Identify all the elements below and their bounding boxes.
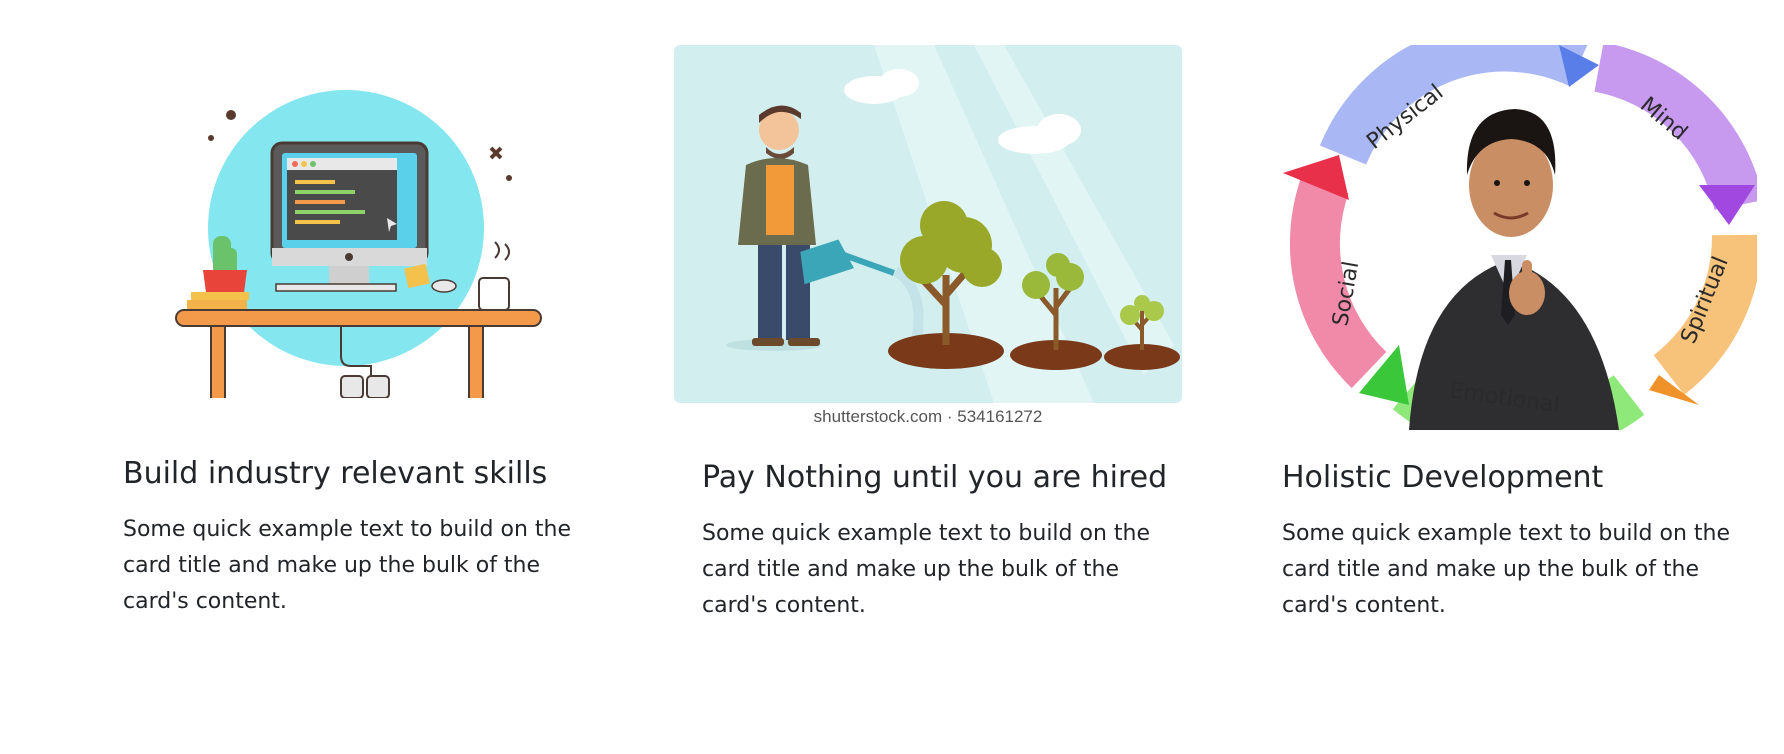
image-watermark: shutterstock.com · 534161272 (813, 407, 1043, 426)
card-text: Some quick example text to build on the … (1282, 521, 1731, 618)
card-image-development-cycle: Physical Mind Spiritual Emotional Social (1269, 45, 1757, 430)
card-image-workstation (161, 88, 611, 398)
development-cycle-icon: Physical Mind Spiritual Emotional Social (1283, 45, 1757, 430)
card-title: Pay Nothing until you are hired (702, 460, 1168, 495)
watering-trees-icon (674, 45, 1182, 430)
card-image-watering-trees: shutterstock.com · 534161272 (674, 45, 1182, 430)
workstation-desk-icon (175, 90, 542, 398)
card-text: Some quick example text to build on the … (123, 517, 572, 614)
card-text: Some quick example text to build on the … (702, 521, 1151, 618)
card-title: Holistic Development (1282, 460, 1604, 495)
card-title: Build industry relevant skills (123, 456, 548, 491)
